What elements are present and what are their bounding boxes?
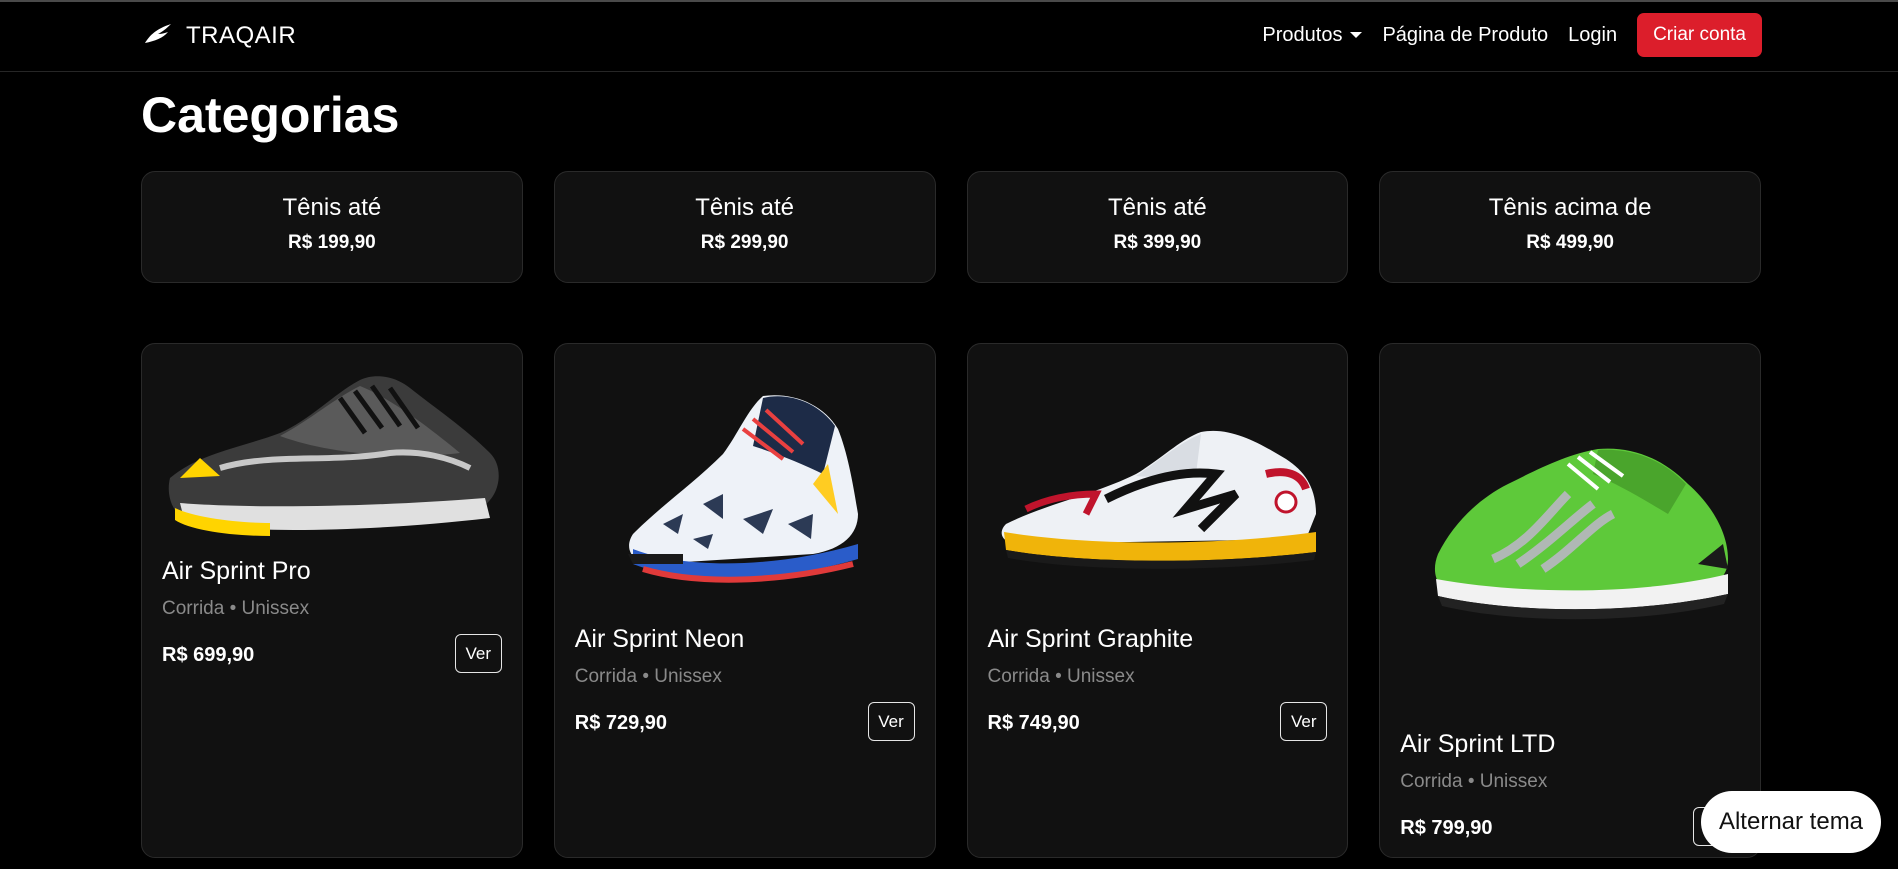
product-name: Air Sprint Neon bbox=[574, 625, 745, 653]
category-price: R$ 499,90 bbox=[1526, 232, 1614, 253]
product-meta: Corrida • Unissex bbox=[574, 666, 722, 687]
caret-down-icon bbox=[1350, 32, 1363, 38]
category-title: Tênis acima de bbox=[1488, 194, 1652, 221]
product-info: Air Sprint Pro Corrida • Unissex R$ 699,… bbox=[162, 557, 502, 673]
product-price: R$ 729,90 bbox=[574, 712, 668, 734]
bird-logo-icon bbox=[144, 23, 172, 50]
product-card: Air Sprint Neon Corrida • Unissex R$ 729… bbox=[553, 343, 936, 858]
nav-products-dropdown[interactable]: Produtos bbox=[1262, 13, 1363, 57]
category-price: R$ 399,90 bbox=[1113, 232, 1202, 253]
nav-product-page[interactable]: Página de Produto bbox=[1382, 13, 1548, 57]
brand-name: TRAQAIR bbox=[186, 22, 297, 49]
running-shoe-image bbox=[1001, 430, 1316, 569]
product-card: Air Sprint Pro Corrida • Unissex R$ 699,… bbox=[141, 343, 523, 858]
product-name: Air Sprint LTD bbox=[1400, 730, 1556, 758]
product-name: Air Sprint Graphite bbox=[987, 625, 1194, 653]
theme-toggle-button[interactable]: Alternar tema bbox=[1701, 791, 1881, 853]
category-list: Tênis até R$ 199,90 Tênis até R$ 299,90 … bbox=[141, 171, 1761, 283]
product-info: Air Sprint Neon Corrida • Unissex R$ 729… bbox=[574, 625, 915, 741]
product-list: Air Sprint Pro Corrida • Unissex R$ 699,… bbox=[141, 343, 1761, 858]
product-card: Air Sprint Graphite Corrida • Unissex R$… bbox=[966, 343, 1349, 858]
nav-products-label: Produtos bbox=[1262, 23, 1343, 46]
product-meta: Corrida • Unissex bbox=[987, 666, 1135, 687]
product-price: R$ 799,90 bbox=[1400, 817, 1493, 839]
running-shoe-image bbox=[168, 376, 499, 536]
running-shoe-image bbox=[627, 395, 858, 583]
category-title: Tênis até bbox=[1108, 194, 1207, 221]
product-meta: Corrida • Unissex bbox=[162, 598, 310, 619]
brand-link[interactable]: TRAQAIR bbox=[144, 22, 296, 50]
create-account-button[interactable]: Criar conta bbox=[1637, 13, 1762, 57]
view-product-button[interactable]: Ver bbox=[867, 702, 915, 741]
category-card[interactable]: Tênis até R$ 399,90 bbox=[966, 171, 1349, 283]
view-product-button[interactable]: Ver bbox=[454, 634, 502, 673]
product-info: Air Sprint LTD Corrida • Unissex R$ 799,… bbox=[1400, 730, 1740, 846]
main-nav: Produtos Página de Produto Login Criar c… bbox=[1242, 13, 1762, 57]
product-price: R$ 749,90 bbox=[987, 712, 1080, 734]
category-price: R$ 199,90 bbox=[288, 232, 376, 253]
product-meta: Corrida • Unissex bbox=[1400, 771, 1548, 792]
product-info: Air Sprint Graphite Corrida • Unissex R$… bbox=[987, 625, 1328, 741]
nav-login[interactable]: Login bbox=[1568, 13, 1617, 57]
product-price: R$ 699,90 bbox=[162, 644, 255, 666]
category-card[interactable]: Tênis até R$ 199,90 bbox=[141, 171, 523, 283]
product-card: Air Sprint LTD Corrida • Unissex R$ 799,… bbox=[1379, 343, 1761, 858]
running-shoe-image bbox=[1435, 448, 1729, 620]
category-price: R$ 299,90 bbox=[700, 232, 789, 253]
page-title: Categorias bbox=[141, 87, 400, 143]
navbar: TRAQAIR Produtos Página de Produto Login… bbox=[0, 2, 1898, 72]
category-title: Tênis até bbox=[282, 194, 382, 221]
product-name: Air Sprint Pro bbox=[162, 557, 311, 585]
category-title: Tênis até bbox=[695, 194, 794, 221]
category-card[interactable]: Tênis até R$ 299,90 bbox=[553, 171, 936, 283]
category-card[interactable]: Tênis acima de R$ 499,90 bbox=[1379, 171, 1761, 283]
view-product-button[interactable]: Ver bbox=[1280, 702, 1328, 741]
